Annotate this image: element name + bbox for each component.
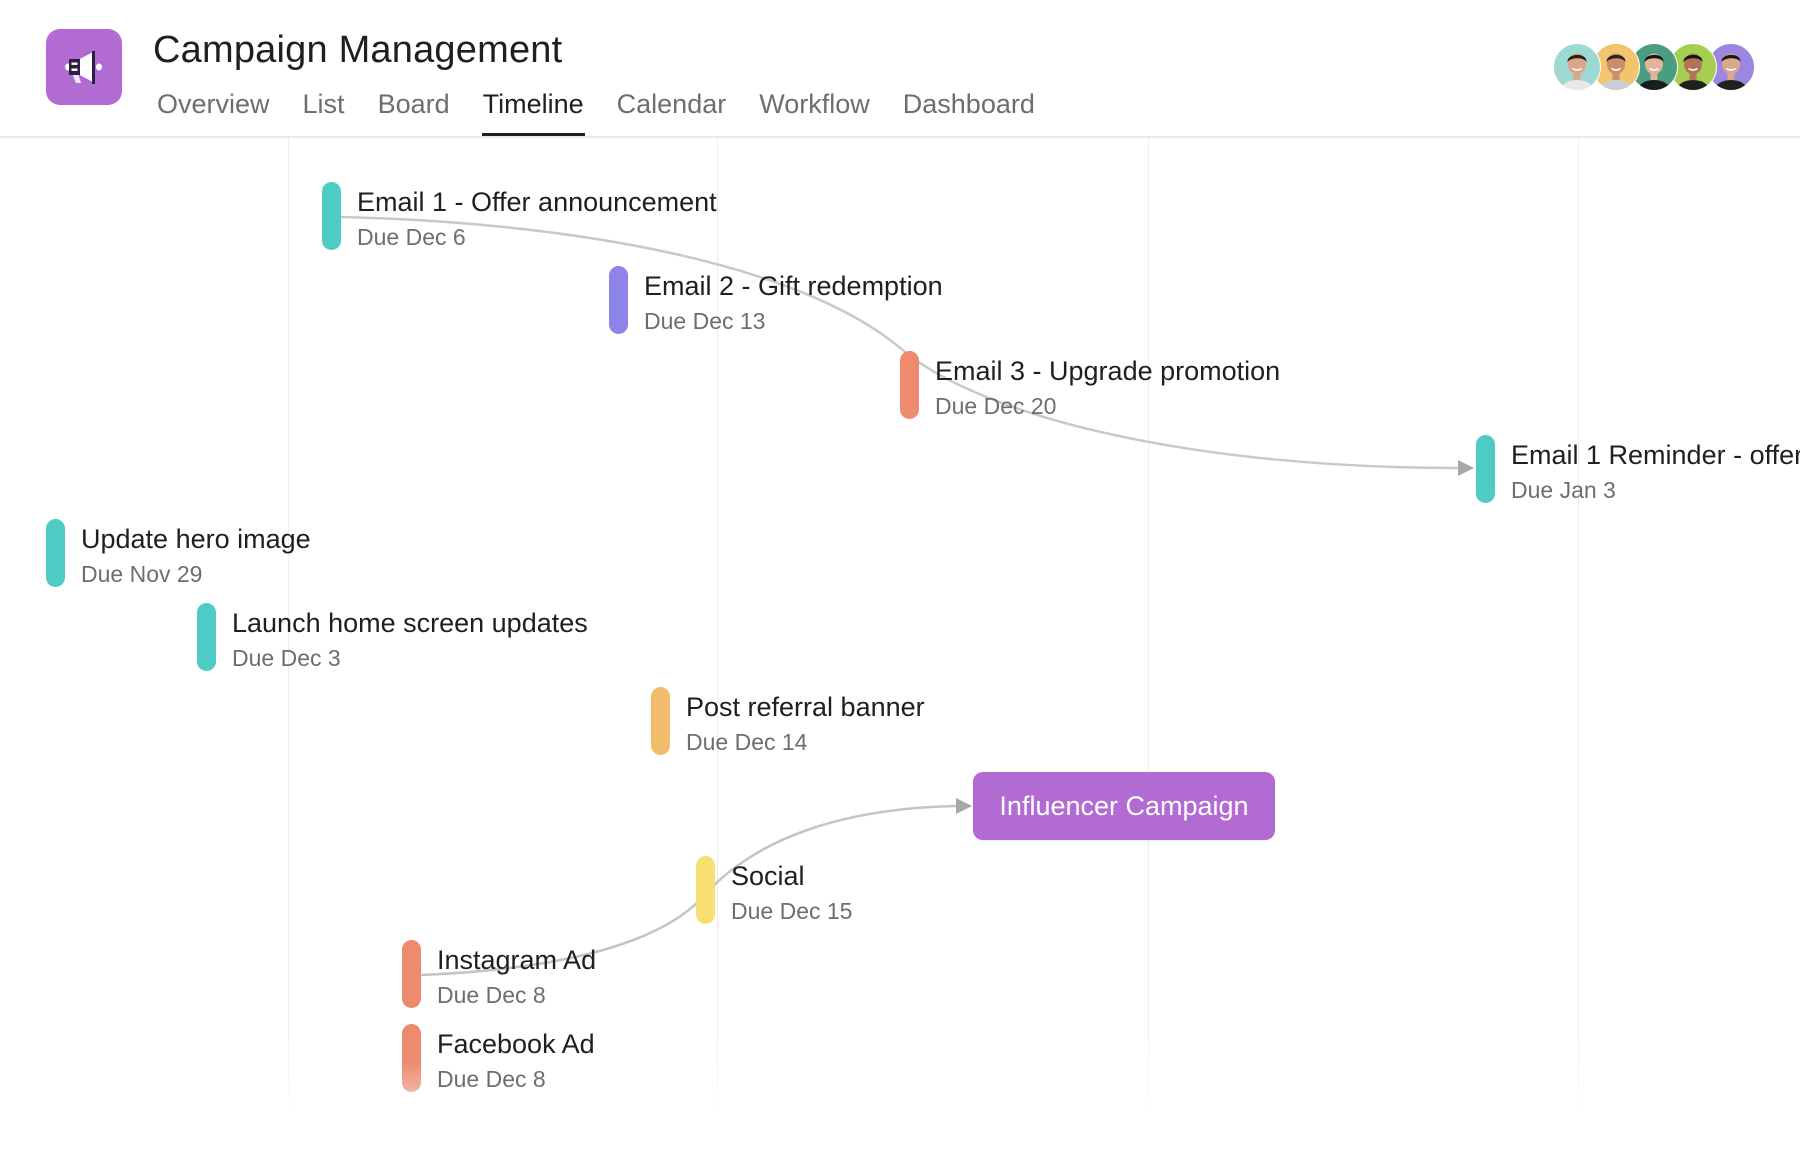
- tab-overview[interactable]: Overview: [157, 86, 270, 122]
- task-title: Email 1 - Offer announcement: [357, 187, 717, 217]
- project-logo[interactable]: [46, 29, 122, 105]
- task-due-date: Due Nov 29: [81, 561, 203, 587]
- task-title: Email 3 - Upgrade promotion: [935, 356, 1281, 386]
- task-due-date: Due Dec 6: [357, 224, 466, 250]
- task-title: Launch home screen updates: [232, 608, 588, 638]
- task-due-date: Due Dec 3: [232, 645, 341, 671]
- tab-dashboard[interactable]: Dashboard: [903, 86, 1035, 122]
- milestone-influencer-campaign[interactable]: Influencer Campaign: [973, 772, 1275, 840]
- task-due-date: Due Dec 8: [437, 982, 546, 1008]
- task-title: Email 2 - Gift redemption: [644, 271, 943, 301]
- task-due-date: Due Dec 8: [437, 1066, 546, 1092]
- project-title: Campaign Management: [153, 29, 563, 71]
- task-bar[interactable]: [402, 1024, 421, 1092]
- task-title: Instagram Ad: [437, 945, 597, 975]
- task-due-date: Due Dec 13: [644, 308, 766, 334]
- tab-board[interactable]: Board: [378, 86, 450, 122]
- task-title: Post referral banner: [686, 692, 925, 722]
- tab-calendar[interactable]: Calendar: [617, 86, 727, 122]
- tab-list[interactable]: List: [303, 86, 345, 122]
- task-bar[interactable]: [1476, 435, 1495, 503]
- task-bar[interactable]: [402, 940, 421, 1008]
- task-due-date: Due Dec 14: [686, 729, 808, 755]
- view-tabs: Overview List Board Timeline Calendar Wo…: [157, 86, 1068, 136]
- task-bar[interactable]: [197, 603, 216, 671]
- task-due-date: Due Dec 20: [935, 393, 1057, 419]
- task-title: Update hero image: [81, 524, 311, 554]
- avatar[interactable]: [1553, 43, 1601, 91]
- person-photo-icon: [1561, 53, 1593, 90]
- megaphone-icon: [65, 51, 102, 84]
- tab-workflow[interactable]: Workflow: [759, 86, 870, 122]
- task-title: Facebook Ad: [437, 1029, 595, 1059]
- task-title: Social: [731, 861, 805, 891]
- task-title: Email 1 Reminder - offer: [1511, 440, 1800, 470]
- timeline-gridline: [1578, 138, 1579, 1128]
- tab-timeline[interactable]: Timeline: [481, 86, 585, 136]
- task-bar[interactable]: [609, 266, 628, 334]
- task-bar[interactable]: [651, 687, 670, 755]
- task-due-date: Due Dec 15: [731, 898, 853, 924]
- task-due-date: Due Jan 3: [1511, 477, 1616, 503]
- task-bar[interactable]: [696, 856, 715, 924]
- task-bar[interactable]: [900, 351, 919, 419]
- timeline-gridline: [1148, 138, 1149, 1128]
- task-bar[interactable]: [46, 519, 65, 587]
- task-bar[interactable]: [322, 182, 341, 250]
- project-header: Campaign Management Overview List Board …: [0, 0, 1800, 138]
